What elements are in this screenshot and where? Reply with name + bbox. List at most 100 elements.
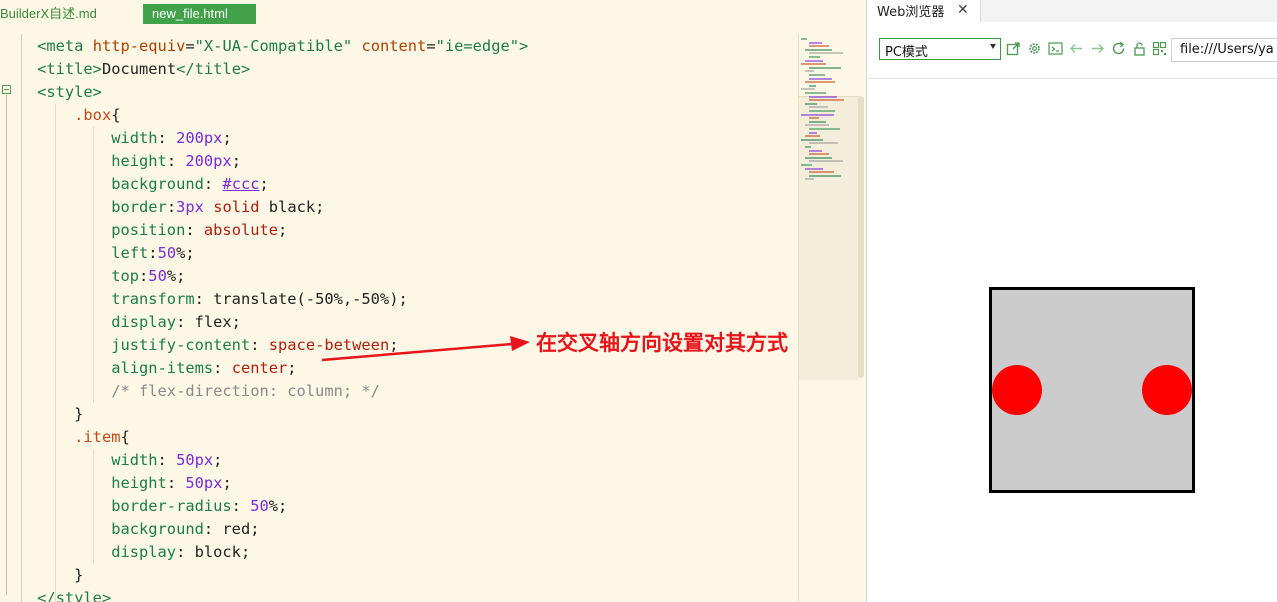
- code-line[interactable]: position: absolute;: [0, 219, 287, 242]
- code-token: : flex;: [176, 313, 241, 331]
- code-line[interactable]: align-items: center;: [0, 357, 296, 380]
- code-token: top: [111, 267, 140, 285]
- device-mode-select[interactable]: PC模式: [879, 38, 1001, 60]
- flex-demo-item-left: [992, 365, 1042, 415]
- code-token: :: [250, 336, 269, 354]
- code-line[interactable]: <meta http-equiv="X-UA-Compatible" conte…: [0, 35, 528, 58]
- code-token: </title>: [176, 60, 251, 78]
- minimap-row: [805, 48, 832, 51]
- code-line[interactable]: }: [0, 564, 83, 587]
- code-editor-pane[interactable]: BuilderX自述.md new_file.html <meta http-e…: [0, 0, 866, 602]
- code-line[interactable]: top:50%;: [0, 265, 185, 288]
- code-line[interactable]: display: flex;: [0, 311, 241, 334]
- code-line[interactable]: left:50%;: [0, 242, 195, 265]
- minimap-row: [805, 70, 814, 73]
- code-line[interactable]: height: 200px;: [0, 150, 241, 173]
- code-token: :: [148, 244, 158, 262]
- code-line[interactable]: background: #ccc;: [0, 173, 269, 196]
- minimap-row: [805, 167, 823, 170]
- code-line[interactable]: transform: translate(-50%,-50%);: [0, 288, 408, 311]
- code-token: %;: [268, 497, 288, 515]
- annotation-label: 在交叉轴方向设置对其方式: [536, 331, 788, 355]
- console-icon[interactable]: [1048, 41, 1063, 56]
- web-browser-pane: Web浏览器 ✕ PC模式 file:///Users/ya: [866, 0, 1277, 602]
- tab-new-file[interactable]: new_file.html: [143, 4, 256, 24]
- minimap-row: [805, 102, 817, 105]
- code-line[interactable]: background: red;: [0, 518, 259, 541]
- code-token: display: [111, 543, 177, 561]
- code-line[interactable]: </style>: [0, 587, 111, 602]
- code-line[interactable]: width: 200px;: [0, 127, 232, 150]
- minimap-row: [809, 99, 844, 102]
- code-line[interactable]: justify-content: space-between;: [0, 334, 399, 357]
- code-token: }: [0, 405, 84, 423]
- refresh-icon[interactable]: [1111, 41, 1126, 56]
- code-line[interactable]: /* flex-direction: column; */: [0, 380, 380, 403]
- minimap-row: [809, 149, 822, 152]
- browser-toolbar: PC模式 file:///Users/ya: [867, 22, 1277, 79]
- browser-viewport: [867, 79, 1277, 602]
- code-line[interactable]: width: 50px;: [0, 449, 222, 472]
- tab-readme[interactable]: BuilderX自述.md: [0, 4, 97, 24]
- minimap[interactable]: [798, 34, 861, 602]
- back-arrow-icon[interactable]: [1069, 41, 1084, 56]
- code-line[interactable]: .box{: [0, 104, 120, 127]
- code-token: ;: [389, 336, 399, 354]
- code-token: 200px: [176, 129, 223, 147]
- code-token: display: [111, 313, 177, 331]
- lock-icon[interactable]: [1132, 41, 1147, 56]
- minimap-row: [809, 117, 819, 120]
- minimap-row: [809, 84, 816, 87]
- code-token: center: [231, 359, 288, 377]
- code-token: black;: [259, 198, 325, 216]
- code-token: /* flex-direction: column; */: [111, 382, 380, 400]
- code-token: :: [185, 221, 204, 239]
- code-line[interactable]: display: block;: [0, 541, 250, 564]
- code-token: %;: [176, 244, 195, 262]
- code-line[interactable]: height: 50px;: [0, 472, 232, 495]
- minimap-row: [809, 110, 835, 112]
- editor-scrollbar[interactable]: [858, 96, 864, 378]
- open-in-window-icon[interactable]: [1006, 41, 1021, 56]
- close-icon[interactable]: ✕: [957, 1, 969, 18]
- code-token: >: [519, 37, 529, 55]
- settings-gear-icon[interactable]: [1027, 41, 1042, 56]
- code-token: :: [139, 267, 149, 285]
- code-token: 50px: [176, 451, 214, 469]
- code-token: ;: [222, 129, 232, 147]
- code-token: ;: [231, 152, 241, 170]
- minimap-row: [805, 124, 829, 127]
- code-line[interactable]: }: [0, 403, 83, 426]
- tab-web-browser[interactable]: Web浏览器 ✕: [867, 0, 981, 22]
- code-token: ;: [259, 175, 269, 193]
- qr-code-icon[interactable]: [1152, 41, 1167, 56]
- code-line[interactable]: .item{: [0, 426, 130, 449]
- minimap-row: [801, 88, 815, 91]
- code-token: border-radius: [111, 497, 232, 515]
- minimap-row: [809, 174, 841, 177]
- code-token: 3px: [176, 198, 204, 216]
- minimap-row: [809, 77, 832, 80]
- code-line[interactable]: border-radius: 50%;: [0, 495, 287, 518]
- code-token: position: [111, 221, 186, 239]
- code-token: width: [111, 129, 158, 147]
- code-token: width: [111, 451, 158, 469]
- url-input[interactable]: file:///Users/ya: [1171, 38, 1277, 62]
- code-token: 50: [157, 244, 177, 262]
- code-token: .item: [74, 428, 121, 446]
- code-token: height: [111, 152, 167, 170]
- code-line[interactable]: <style>: [0, 81, 102, 104]
- forward-arrow-icon[interactable]: [1090, 41, 1105, 56]
- minimap-row: [809, 41, 822, 44]
- code-line[interactable]: <title>Document</title>: [0, 58, 250, 81]
- code-line[interactable]: border:3px solid black;: [0, 196, 324, 219]
